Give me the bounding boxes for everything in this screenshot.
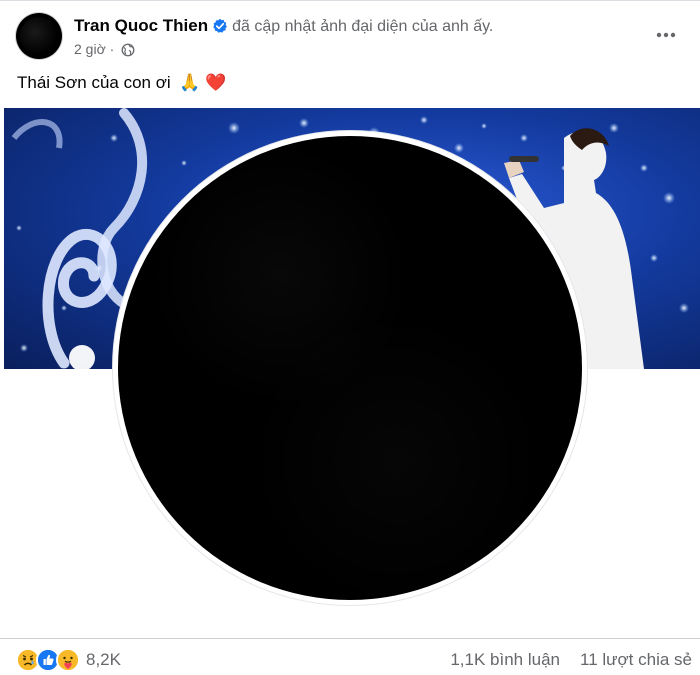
profile-picture-image — [118, 136, 582, 600]
post-meta: 2 giờ · — [74, 40, 135, 58]
care-react-icon — [56, 648, 80, 672]
profile-picture[interactable] — [118, 136, 582, 600]
share-count-link[interactable]: 11 lượt chia sẻ — [580, 650, 692, 669]
post-footer: 8,2K 1,1K bình luận 11 lượt chia sẻ — [0, 638, 700, 675]
more-dots-icon — [656, 32, 676, 38]
feed-post: Tran Quoc Thien đã cập nhật ảnh đại diện… — [0, 0, 700, 675]
caption-text: Thái Sơn của con ơi — [17, 73, 171, 92]
author-name[interactable]: Tran Quoc Thien — [74, 16, 208, 35]
author-avatar[interactable] — [16, 13, 62, 59]
post-header: Tran Quoc Thien đã cập nhật ảnh đại diện… — [16, 13, 684, 59]
avatar-image — [20, 17, 58, 55]
comment-count-link[interactable]: 1,1K bình luận — [450, 650, 560, 669]
meta-separator: · — [109, 41, 115, 57]
globe-icon[interactable] — [121, 43, 135, 57]
engagement-stats: 1,1K bình luận 11 lượt chia sẻ — [450, 650, 692, 670]
verified-badge-icon — [213, 18, 228, 33]
post-title-line: Tran Quoc Thien đã cập nhật ảnh đại diện… — [74, 15, 493, 38]
reactions-summary[interactable]: 8,2K — [16, 648, 121, 672]
more-options-button[interactable] — [652, 21, 680, 49]
caption-emojis: 🙏 ❤️ — [179, 73, 227, 92]
post-action-text: đã cập nhật ảnh đại diện của anh ấy. — [232, 18, 494, 35]
post-caption: Thái Sơn của con ơi 🙏 ❤️ — [17, 71, 226, 95]
reaction-count: 8,2K — [86, 650, 121, 669]
post-timestamp[interactable]: 2 giờ — [74, 41, 106, 57]
